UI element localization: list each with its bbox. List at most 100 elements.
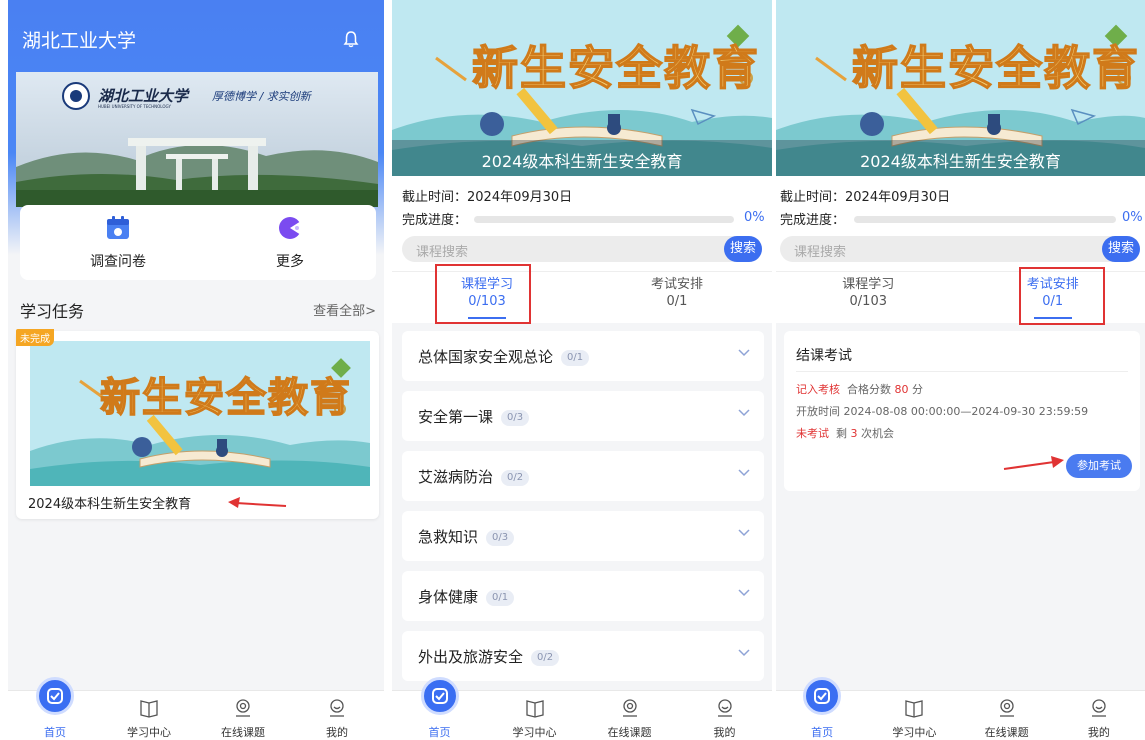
task-card[interactable]: 未完成 新生安全教育 2024级本科生新生安全教育 (16, 329, 379, 519)
course-name: 外出及旅游安全 0/2 (418, 646, 560, 667)
nav-study-label: 学习中心 (892, 726, 937, 739)
home-icon (420, 677, 459, 715)
campus-name: 湖北工业大学 (98, 87, 189, 105)
home-icon (803, 677, 842, 715)
remaining-pre: 剩 (836, 427, 847, 440)
chevron-down-icon[interactable] (738, 469, 750, 477)
tab-course-study[interactable]: 课程学习 0/103 (776, 276, 961, 310)
chevron-down-icon[interactable] (738, 589, 750, 597)
nav-me-label: 我的 (1087, 726, 1110, 739)
nav-home[interactable]: 首页 (8, 677, 102, 740)
exam-banner: 新生安全教育 2024级本科生新生安全教育 (776, 0, 1145, 176)
task-name: 2024级本科生新生安全教育 (28, 497, 192, 512)
home-screen: 湖北工业大学 湖北工业大学 HUBEI UNIVERSITY OF TECHNO… (8, 0, 384, 740)
chevron-down-icon[interactable] (738, 529, 750, 537)
course-item[interactable]: 艾滋病防治 0/2 (402, 451, 764, 501)
tab-exam-count: 0/1 (666, 294, 688, 309)
survey-label: 调查问卷 (90, 254, 146, 270)
search-input[interactable]: 课程搜索 搜索 (780, 236, 1140, 262)
remaining-post: 次机会 (861, 427, 894, 440)
bell-icon[interactable] (343, 30, 359, 48)
course-info: 截止时间：2024年09月30日 完成进度： 0% 课程搜索 搜索 (392, 176, 772, 271)
more-label: 更多 (276, 254, 304, 270)
annotation-box (1019, 267, 1105, 325)
nav-study[interactable]: 学习中心 (868, 691, 960, 740)
bottom-nav: 首页 学习中心 在线课题 我的 (8, 677, 384, 740)
view-all-link[interactable]: 查看全部> (313, 300, 376, 319)
tab-bar: 课程学习 0/103 考试安排 0/1 (776, 267, 1145, 325)
bottom-nav: 首页 学习中心 在线课题 我的 (776, 677, 1145, 740)
pass-label: 合格分数 (847, 383, 891, 396)
annotation-box (435, 264, 531, 324)
bottom-nav: 首页 学习中心 在线课题 我的 (392, 677, 772, 740)
assess-tag: 记入考核 (796, 383, 840, 396)
annotation-arrow (1003, 456, 1064, 470)
search-placeholder: 课程搜索 (416, 245, 469, 260)
course-item[interactable]: 身体健康 0/1 (402, 571, 764, 621)
course-name: 安全第一课 0/3 (418, 406, 530, 427)
tab-course-study-count: 0/103 (849, 294, 887, 309)
campus-name-en: HUBEI UNIVERSITY OF TECHNOLOGY (98, 104, 171, 109)
search-input[interactable]: 课程搜索 搜索 (402, 236, 762, 262)
nav-me[interactable]: 我的 (290, 691, 384, 740)
book-icon (905, 700, 924, 718)
nav-home-label: 首页 (428, 726, 451, 739)
course-item[interactable]: 急救知识 0/3 (402, 511, 764, 561)
course-count: 0/1 (486, 590, 515, 606)
nav-home-label: 首页 (44, 726, 66, 739)
course-banner: 新生安全教育 2024级本科生新生安全教育 (392, 0, 772, 176)
user-icon (1091, 699, 1106, 717)
nav-online-label: 在线课题 (984, 726, 1029, 739)
course-item[interactable]: 外出及旅游安全 0/2 (402, 631, 764, 681)
nav-study-label: 学习中心 (127, 726, 171, 739)
app-title: 湖北工业大学 (22, 30, 137, 52)
nav-online[interactable]: 在线课题 (196, 691, 290, 740)
more-button[interactable]: 更多 (230, 215, 350, 271)
course-list: 总体国家安全观总论 0/1 安全第一课 0/3 艾滋病防治 0/2 急救知识 0/3 身… (402, 331, 764, 691)
course-count: 0/2 (531, 650, 560, 666)
nav-home-label: 首页 (811, 726, 834, 739)
nav-online[interactable]: 在线课题 (961, 691, 1053, 740)
exam-open-time: 开放时间 2024-08-08 00:00:00—2024-09-30 23:5… (796, 405, 1089, 418)
annotation-arrow (228, 497, 287, 508)
course-banner-subtitle: 2024级本科生新生安全教育 (481, 152, 683, 171)
survey-button[interactable]: 调查问卷 (58, 215, 178, 271)
nav-study[interactable]: 学习中心 (487, 691, 582, 740)
course-item[interactable]: 总体国家安全观总论 0/1 (402, 331, 764, 381)
webcam-icon (236, 699, 250, 717)
nav-study[interactable]: 学习中心 (102, 691, 196, 740)
exam-card: 结课考试 记入考核 合格分数 80 分 开放时间 2024-08-08 00:0… (784, 331, 1140, 491)
deadline: 截止时间：2024年09月30日 (780, 190, 951, 205)
join-exam-button[interactable]: 参加考试 (1066, 454, 1132, 478)
tab-exam[interactable]: 考试安排 0/1 (582, 276, 772, 310)
course-name: 身体健康 0/1 (418, 586, 515, 607)
calendar-icon (107, 216, 129, 239)
webcam-icon (622, 699, 637, 717)
course-name: 急救知识 0/3 (418, 526, 515, 547)
nav-home[interactable]: 首页 (392, 677, 487, 740)
search-button[interactable]: 搜索 (723, 236, 762, 262)
book-icon (525, 700, 544, 718)
exam-banner-text: 新生安全教育 (851, 40, 1140, 96)
nav-home[interactable]: 首页 (776, 677, 868, 740)
quick-actions: 调查问卷 更多 (20, 205, 376, 280)
user-icon (717, 699, 732, 717)
exam-title: 结课考试 (796, 348, 852, 364)
pass-score: 80 (894, 383, 909, 396)
chevron-down-icon[interactable] (738, 349, 750, 357)
nav-online-label: 在线课题 (221, 726, 265, 739)
chevron-down-icon[interactable] (738, 409, 750, 417)
campus-photo: 湖北工业大学 HUBEI UNIVERSITY OF TECHNOLOGY 厚德… (16, 72, 378, 207)
search-button[interactable]: 搜索 (1101, 236, 1140, 262)
course-item[interactable]: 安全第一课 0/3 (402, 391, 764, 441)
nav-me[interactable]: 我的 (1053, 691, 1145, 740)
nav-me[interactable]: 我的 (677, 691, 772, 740)
chevron-down-icon[interactable] (738, 649, 750, 657)
status-badge: 未完成 (16, 329, 54, 346)
nav-online[interactable]: 在线课题 (582, 691, 677, 740)
user-icon (330, 699, 344, 717)
course-count: 0/2 (501, 470, 530, 486)
progress-bar (474, 216, 734, 223)
book-icon (140, 700, 158, 718)
progress-label: 完成进度： (780, 213, 846, 228)
